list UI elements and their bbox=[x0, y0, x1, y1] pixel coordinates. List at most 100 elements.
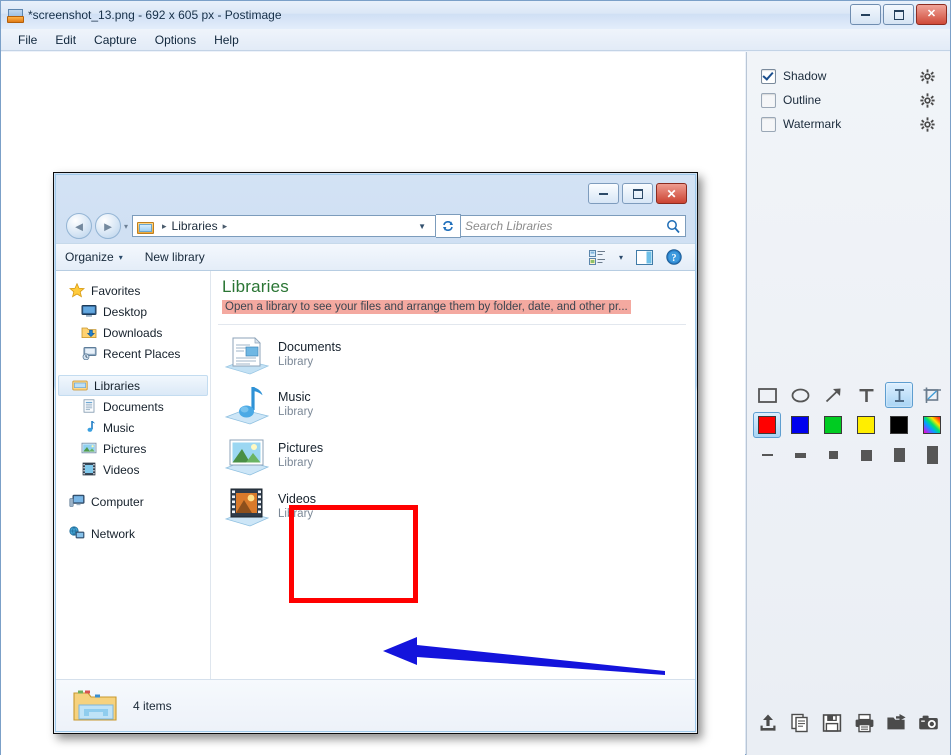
color-rainbow-button[interactable] bbox=[918, 412, 946, 438]
sidebar-item-recent-places[interactable]: Recent Places bbox=[56, 343, 210, 364]
library-item-music[interactable]: Music Library bbox=[222, 383, 313, 427]
refresh-icon bbox=[441, 219, 455, 233]
upload-button[interactable] bbox=[753, 709, 783, 737]
new-library-button[interactable]: New library bbox=[145, 250, 205, 264]
status-item-count: 4 items bbox=[133, 699, 172, 713]
outline-settings-gear-icon[interactable] bbox=[920, 93, 935, 108]
view-caret-icon[interactable]: ▾ bbox=[619, 253, 623, 262]
page-title: Libraries bbox=[222, 277, 631, 297]
organize-button[interactable]: Organize ▾ bbox=[65, 250, 123, 264]
close-button[interactable]: ✕ bbox=[916, 4, 947, 25]
color-swatches bbox=[753, 412, 943, 438]
thickness-1-button[interactable] bbox=[753, 444, 781, 466]
preview-pane-icon[interactable] bbox=[636, 250, 653, 265]
explorer-maximize-button[interactable] bbox=[622, 183, 653, 204]
library-item-documents[interactable]: Documents Library bbox=[222, 333, 341, 377]
thickness-4-button[interactable] bbox=[852, 444, 880, 466]
maximize-button[interactable] bbox=[883, 4, 914, 25]
drawing-tools bbox=[753, 382, 943, 408]
library-item-text: Documents Library bbox=[278, 340, 341, 370]
sidebar-label: Network bbox=[91, 527, 135, 541]
crop-tool[interactable] bbox=[918, 382, 946, 408]
sidebar-item-pictures[interactable]: Pictures bbox=[56, 438, 210, 459]
color-red-button[interactable] bbox=[753, 412, 781, 438]
copy-button[interactable] bbox=[785, 709, 815, 737]
breadcrumb-libraries[interactable]: Libraries bbox=[172, 219, 218, 233]
explorer-body: Favorites Desktop bbox=[56, 271, 695, 679]
explorer-minimize-button[interactable] bbox=[588, 183, 619, 204]
thickness-5-button[interactable] bbox=[885, 444, 913, 466]
menu-capture[interactable]: Capture bbox=[85, 30, 146, 50]
explorer-address-row: ◄ ► ▾ ▸ Libraries ▸ ▼ bbox=[56, 210, 695, 242]
library-item-name: Music bbox=[278, 390, 313, 405]
music-note-icon bbox=[81, 420, 97, 435]
sidebar-item-videos[interactable]: Videos bbox=[56, 459, 210, 480]
sidebar-item-favorites[interactable]: Favorites bbox=[56, 280, 210, 301]
search-placeholder: Search Libraries bbox=[465, 219, 666, 233]
sidebar-item-documents[interactable]: Documents bbox=[56, 396, 210, 417]
save-button[interactable] bbox=[817, 709, 847, 737]
open-button[interactable] bbox=[881, 709, 911, 737]
line-thickness-options bbox=[753, 444, 943, 466]
color-blue-button[interactable] bbox=[786, 412, 814, 438]
libraries-icon bbox=[72, 378, 88, 393]
menu-help[interactable]: Help bbox=[205, 30, 248, 50]
option-shadow[interactable]: Shadow bbox=[747, 64, 951, 88]
minimize-button[interactable] bbox=[850, 4, 881, 25]
address-dropdown-icon[interactable]: ▼ bbox=[411, 222, 433, 231]
change-view-icon[interactable] bbox=[589, 250, 606, 265]
capture-button[interactable] bbox=[913, 709, 943, 737]
menu-options[interactable]: Options bbox=[146, 30, 205, 50]
sidebar-item-libraries[interactable]: Libraries bbox=[58, 375, 208, 396]
text-tool[interactable] bbox=[852, 382, 880, 408]
arrow-tool[interactable] bbox=[819, 382, 847, 408]
explorer-command-bar: Organize ▾ New library bbox=[56, 243, 695, 271]
color-green-button[interactable] bbox=[819, 412, 847, 438]
recent-places-icon bbox=[81, 346, 97, 361]
blur-tool[interactable] bbox=[885, 382, 913, 408]
shadow-settings-gear-icon[interactable] bbox=[920, 69, 935, 84]
option-watermark[interactable]: Watermark bbox=[747, 112, 951, 136]
sidebar-item-network[interactable]: Network bbox=[56, 523, 210, 544]
search-input[interactable]: Search Libraries bbox=[461, 215, 686, 237]
menu-edit[interactable]: Edit bbox=[46, 30, 85, 50]
option-outline[interactable]: Outline bbox=[747, 88, 951, 112]
menu-file[interactable]: File bbox=[9, 30, 46, 50]
image-canvas[interactable]: ✕ ◄ ► ▾ ▸ bbox=[1, 52, 745, 755]
explorer-window-controls: ✕ bbox=[588, 183, 687, 204]
documents-library-icon bbox=[222, 333, 272, 377]
shadow-checkbox[interactable] bbox=[761, 69, 776, 84]
sidebar-item-desktop[interactable]: Desktop bbox=[56, 301, 210, 322]
library-item-name: Pictures bbox=[278, 441, 323, 456]
history-caret-icon[interactable]: ▾ bbox=[124, 222, 128, 231]
new-library-label: New library bbox=[145, 250, 205, 264]
thickness-2-button[interactable] bbox=[786, 444, 814, 466]
outline-checkbox[interactable] bbox=[761, 93, 776, 108]
color-black-button[interactable] bbox=[885, 412, 913, 438]
captured-screenshot-image[interactable]: ✕ ◄ ► ▾ ▸ bbox=[53, 172, 698, 734]
color-yellow-button[interactable] bbox=[852, 412, 880, 438]
refresh-button[interactable] bbox=[436, 214, 461, 238]
organize-caret-icon: ▾ bbox=[119, 253, 123, 262]
thickness-6-button[interactable] bbox=[918, 444, 946, 466]
ellipse-tool[interactable] bbox=[786, 382, 814, 408]
watermark-label: Watermark bbox=[783, 117, 920, 131]
sidebar-item-computer[interactable]: Computer bbox=[56, 491, 210, 512]
explorer-close-button[interactable]: ✕ bbox=[656, 183, 687, 204]
library-item-text: Pictures Library bbox=[278, 441, 323, 471]
rectangle-tool[interactable] bbox=[753, 382, 781, 408]
red-rectangle-annotation[interactable] bbox=[289, 505, 418, 603]
watermark-checkbox[interactable] bbox=[761, 117, 776, 132]
document-copy-icon bbox=[790, 713, 810, 733]
back-button[interactable]: ◄ bbox=[66, 213, 92, 239]
library-item-pictures[interactable]: Pictures Library bbox=[222, 434, 323, 478]
watermark-settings-gear-icon[interactable] bbox=[920, 117, 935, 132]
action-bar bbox=[753, 709, 943, 737]
thickness-3-button[interactable] bbox=[819, 444, 847, 466]
sidebar-item-music[interactable]: Music bbox=[56, 417, 210, 438]
print-button[interactable] bbox=[849, 709, 879, 737]
forward-button[interactable]: ► bbox=[95, 213, 121, 239]
sidebar-item-downloads[interactable]: Downloads bbox=[56, 322, 210, 343]
help-icon[interactable]: ? bbox=[666, 249, 682, 265]
address-bar[interactable]: ▸ Libraries ▸ ▼ bbox=[132, 215, 436, 237]
